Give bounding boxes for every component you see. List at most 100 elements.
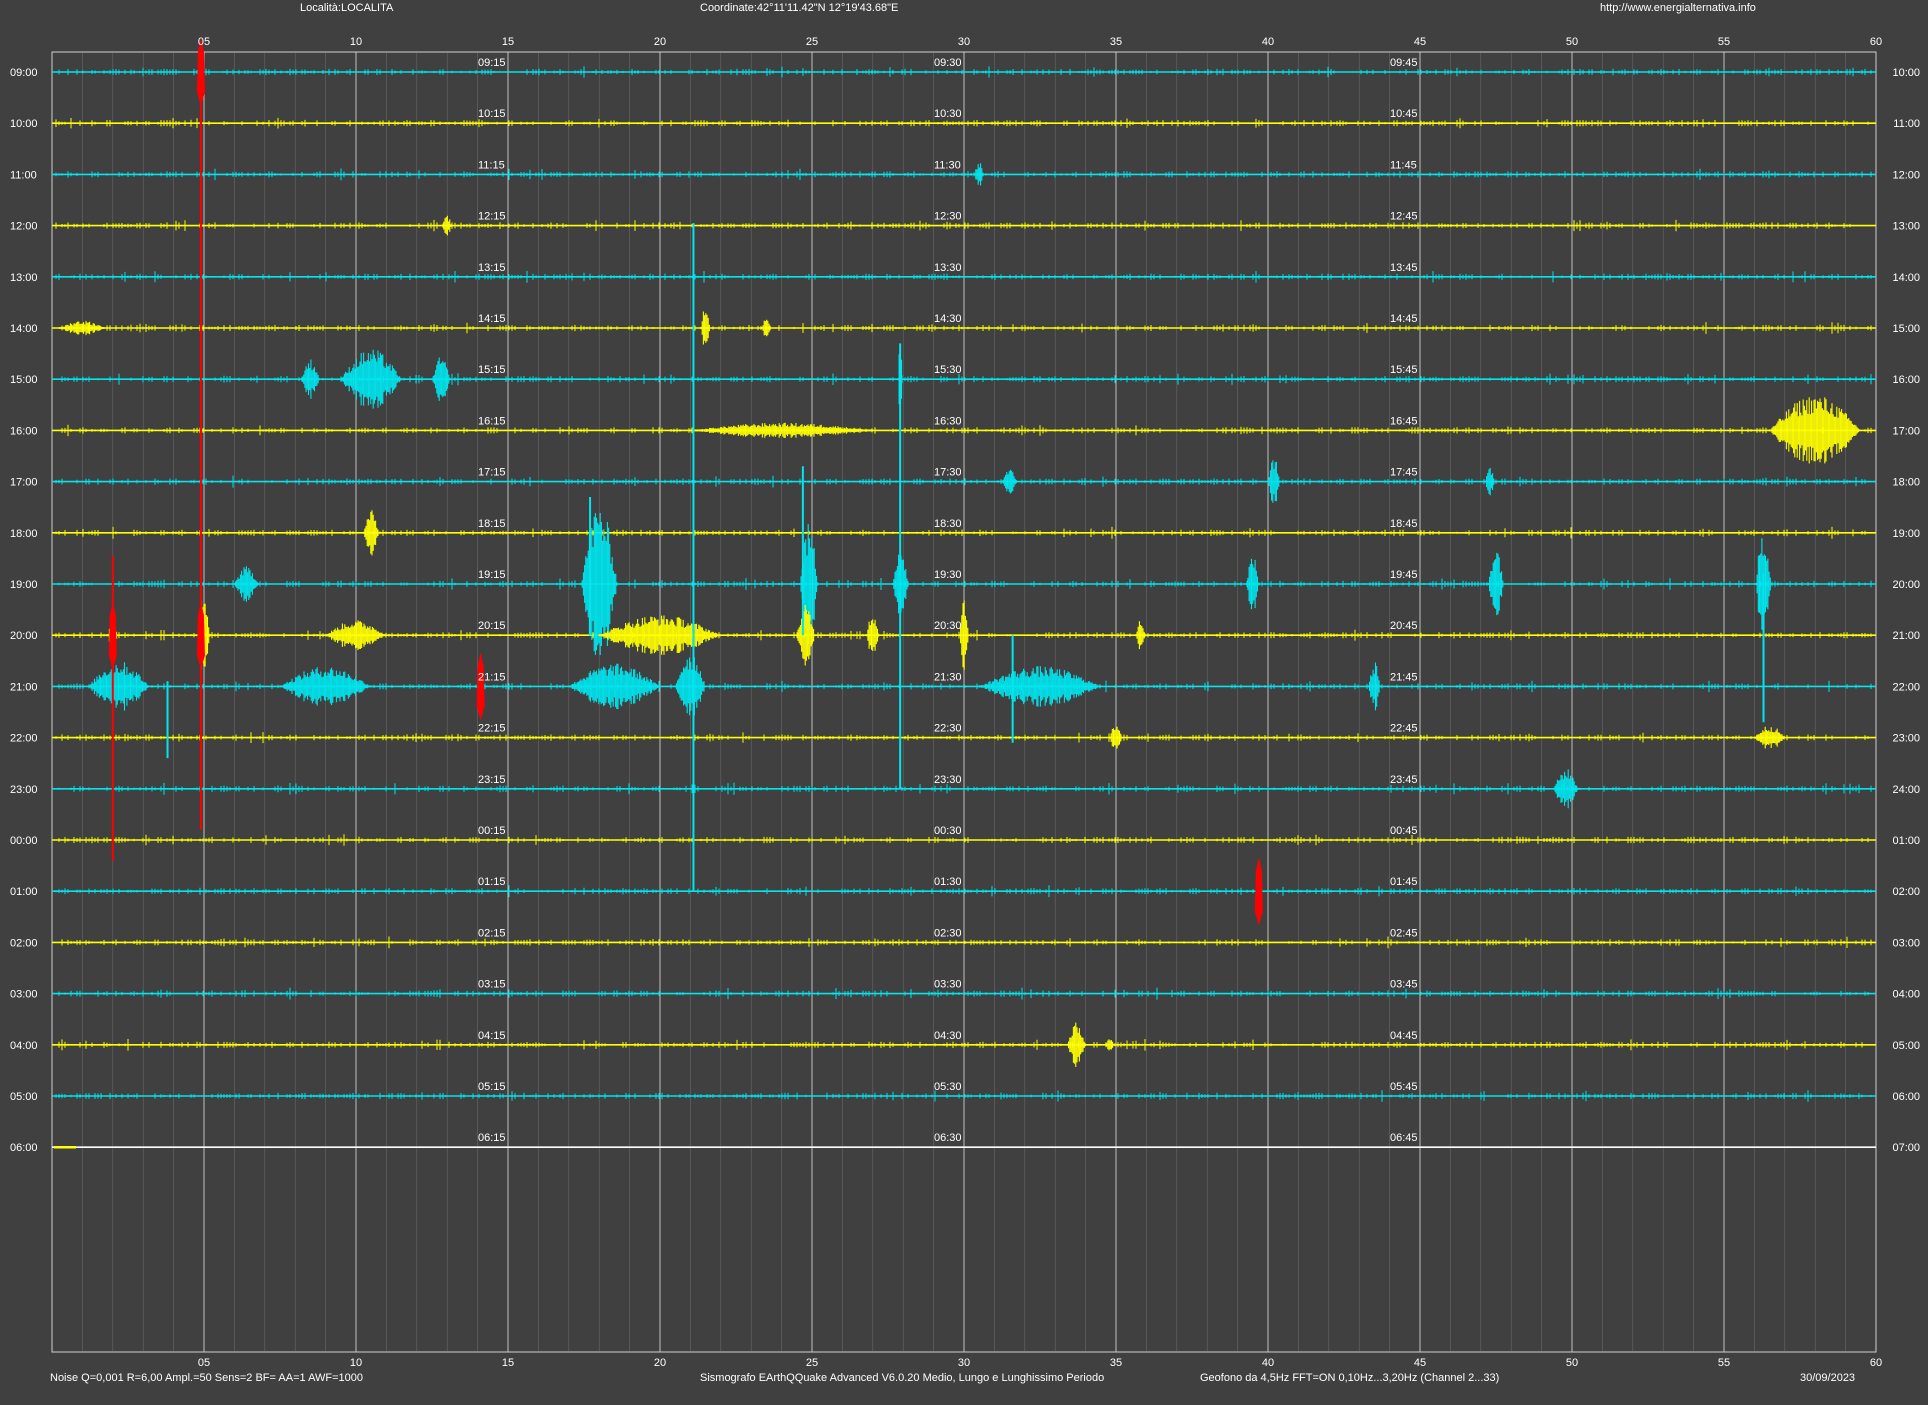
row-time-label-right: 05:00 [1892, 1040, 1920, 1052]
row-time-label-left: 06:00 [10, 1142, 38, 1154]
row-quarter-label-45: 23:45 [1390, 774, 1418, 786]
row-quarter-label-45: 13:45 [1390, 262, 1418, 274]
x-tick-label-top: 05 [198, 36, 210, 48]
row-quarter-label-15: 13:15 [478, 262, 506, 274]
seismogram-chart: 05 05 10 10 15 15 20 20 25 25 30 30 35 35 40 40 45 45 50 50… [0, 0, 1928, 1400]
row-time-label-right: 01:00 [1892, 835, 1920, 847]
row-quarter-label-30: 13:30 [934, 262, 962, 274]
row-time-label-left: 18:00 [10, 528, 38, 540]
row-time-label-right: 14:00 [1892, 272, 1920, 284]
row-quarter-label-45: 06:45 [1390, 1132, 1418, 1144]
row-quarter-label-30: 18:30 [934, 518, 962, 530]
row-quarter-label-45: 18:45 [1390, 518, 1418, 530]
x-tick-label-top: 60 [1870, 36, 1882, 48]
row-time-label-left: 00:00 [10, 835, 38, 847]
x-tick-label-bottom: 20 [654, 1357, 666, 1369]
x-tick-label-bottom: 40 [1262, 1357, 1274, 1369]
row-quarter-label-30: 17:30 [934, 467, 962, 479]
row-quarter-label-30: 00:30 [934, 825, 962, 837]
row-quarter-label-45: 21:45 [1390, 671, 1418, 683]
x-tick-label-top: 55 [1718, 36, 1730, 48]
seismogram-svg: 05 05 10 10 15 15 20 20 25 25 30 30 35 35 40 40 45 45 50 50… [0, 0, 1928, 1400]
row-quarter-label-30: 19:30 [934, 569, 962, 581]
row-time-label-left: 13:00 [10, 272, 38, 284]
row-quarter-label-15: 17:15 [478, 467, 506, 479]
x-tick-label-top: 30 [958, 36, 970, 48]
x-tick-label-top: 45 [1414, 36, 1426, 48]
row-quarter-label-45: 01:45 [1390, 876, 1418, 888]
row-time-label-left: 09:00 [10, 67, 38, 79]
x-tick-label-bottom: 10 [350, 1357, 362, 1369]
row-time-label-right: 10:00 [1892, 67, 1920, 79]
row-time-label-right: 03:00 [1892, 937, 1920, 949]
row-time-label-right: 17:00 [1892, 425, 1920, 437]
x-tick-label-bottom: 05 [198, 1357, 210, 1369]
row-quarter-label-15: 16:15 [478, 415, 506, 427]
footer-software: Sismografo EArthQQuake Advanced V6.0.20 … [700, 1372, 1104, 1384]
x-tick-label-bottom: 45 [1414, 1357, 1426, 1369]
row-time-label-right: 22:00 [1892, 681, 1920, 693]
row-time-label-right: 21:00 [1892, 630, 1920, 642]
row-quarter-label-30: 05:30 [934, 1081, 962, 1093]
x-tick-label-top: 20 [654, 36, 666, 48]
row-quarter-label-45: 09:45 [1390, 57, 1418, 69]
row-time-label-left: 10:00 [10, 118, 38, 130]
row-time-label-right: 11:00 [1893, 118, 1920, 130]
footer-params: Noise Q=0,001 R=6,00 Ampl.=50 Sens=2 BF=… [50, 1372, 363, 1384]
x-tick-label-bottom: 25 [806, 1357, 818, 1369]
row-time-label-right: 16:00 [1892, 374, 1920, 386]
row-time-label-left: 04:00 [10, 1040, 38, 1052]
row-quarter-label-45: 15:45 [1390, 364, 1418, 376]
row-quarter-label-45: 20:45 [1390, 620, 1418, 632]
row-quarter-label-15: 15:15 [478, 364, 506, 376]
row-time-label-right: 18:00 [1892, 477, 1920, 489]
row-time-label-left: 03:00 [10, 989, 38, 1001]
row-quarter-label-30: 06:30 [934, 1132, 962, 1144]
row-time-label-right: 06:00 [1892, 1091, 1920, 1103]
row-quarter-label-30: 01:30 [934, 876, 962, 888]
row-quarter-label-15: 12:15 [478, 211, 506, 223]
row-quarter-label-30: 16:30 [934, 415, 962, 427]
x-tick-label-bottom: 55 [1718, 1357, 1730, 1369]
header-coordinates: Coordinate:42°11'11.42"N 12°19'43.68"E [700, 2, 898, 14]
row-time-label-left: 16:00 [10, 425, 38, 437]
row-time-label-right: 02:00 [1892, 886, 1920, 898]
row-time-label-right: 24:00 [1892, 784, 1920, 796]
row-quarter-label-15: 00:15 [478, 825, 506, 837]
row-time-label-left: 14:00 [10, 323, 38, 335]
row-quarter-label-45: 11:45 [1390, 159, 1417, 171]
row-quarter-label-15: 20:15 [478, 620, 506, 632]
row-quarter-label-15: 01:15 [478, 876, 506, 888]
x-tick-label-bottom: 60 [1870, 1357, 1882, 1369]
row-quarter-label-15: 21:15 [478, 671, 506, 683]
x-tick-label-bottom: 30 [958, 1357, 970, 1369]
row-quarter-label-15: 05:15 [478, 1081, 506, 1093]
x-tick-label-top: 10 [350, 36, 362, 48]
row-quarter-label-45: 00:45 [1390, 825, 1418, 837]
footer-date: 30/09/2023 [1800, 1372, 1855, 1384]
row-quarter-label-30: 11:30 [934, 159, 961, 171]
row-quarter-label-45: 03:45 [1390, 979, 1418, 991]
row-quarter-label-30: 03:30 [934, 979, 962, 991]
row-quarter-label-45: 16:45 [1390, 415, 1418, 427]
row-quarter-label-15: 03:15 [478, 979, 506, 991]
row-quarter-label-45: 14:45 [1390, 313, 1418, 325]
row-time-label-left: 17:00 [10, 477, 38, 489]
x-tick-label-top: 25 [806, 36, 818, 48]
row-time-label-left: 01:00 [10, 886, 38, 898]
row-quarter-label-30: 14:30 [934, 313, 962, 325]
row-time-label-right: 07:00 [1892, 1142, 1920, 1154]
row-quarter-label-45: 19:45 [1390, 569, 1418, 581]
row-quarter-label-30: 23:30 [934, 774, 962, 786]
header-location: Località:LOCALITA [300, 2, 394, 14]
row-time-label-right: 12:00 [1892, 169, 1920, 181]
row-time-label-right: 23:00 [1892, 733, 1920, 745]
row-quarter-label-45: 04:45 [1390, 1030, 1418, 1042]
row-time-label-left: 21:00 [10, 681, 38, 693]
row-time-label-right: 19:00 [1892, 528, 1920, 540]
row-quarter-label-30: 04:30 [934, 1030, 962, 1042]
row-time-label-left: 20:00 [10, 630, 38, 642]
row-quarter-label-45: 17:45 [1390, 467, 1418, 479]
header-url: http://www.energialternativa.info [1600, 2, 1756, 14]
row-quarter-label-15: 19:15 [478, 569, 506, 581]
